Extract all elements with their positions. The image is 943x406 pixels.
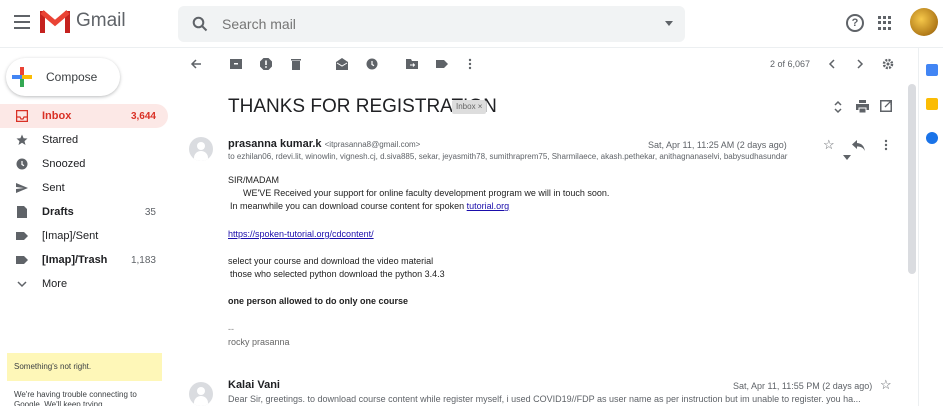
sender-email: <itprasanna8@gmail.com> bbox=[324, 140, 421, 149]
message-snippet[interactable]: Dear Sir, greetings. to download course … bbox=[228, 394, 908, 404]
reply-icon[interactable] bbox=[852, 140, 865, 151]
delete-icon[interactable] bbox=[290, 58, 302, 70]
sidebar-item-count: 35 bbox=[144, 206, 156, 218]
body-line: select your course and download the vide… bbox=[228, 256, 434, 266]
sidebar-item-label: [Imap]/Trash bbox=[42, 254, 108, 266]
sidebar: Compose Inbox 3,644 Starred Snoozed Sent… bbox=[0, 48, 170, 406]
compose-plus-icon bbox=[12, 67, 32, 87]
older-chevron-icon[interactable] bbox=[854, 58, 866, 70]
scrollbar-thumb[interactable] bbox=[908, 84, 916, 274]
more-vert-icon[interactable] bbox=[464, 58, 476, 70]
sidebar-item-label: Snoozed bbox=[42, 158, 86, 170]
chevron-down-icon bbox=[17, 281, 27, 288]
draft-file-icon bbox=[17, 206, 27, 218]
sidebar-item-snoozed[interactable]: Snoozed bbox=[0, 152, 168, 176]
body-line: WE'VE Received your support for online f… bbox=[243, 188, 610, 198]
label-tag-icon[interactable] bbox=[436, 58, 448, 70]
side-panel bbox=[918, 48, 943, 406]
label-icon bbox=[16, 256, 28, 264]
sender-avatar bbox=[189, 137, 213, 161]
sidebar-item-label: Drafts bbox=[42, 206, 74, 218]
clock-icon bbox=[16, 158, 28, 170]
body-line: those who selected python download the p… bbox=[230, 269, 445, 279]
body-line-text: In meanwhile you can download course con… bbox=[230, 201, 467, 211]
sidebar-item-sent[interactable]: Sent bbox=[0, 176, 168, 200]
keep-icon[interactable] bbox=[926, 98, 938, 110]
connection-warning-banner: Something's not right. bbox=[7, 353, 162, 381]
mark-unread-icon[interactable] bbox=[336, 58, 348, 70]
message-date: Sat, Apr 11, 11:55 PM (2 days ago) bbox=[733, 381, 873, 391]
recipients-text: to ezhilan06, rdevi.lit, winowlin, vigne… bbox=[228, 152, 788, 161]
main-menu-icon[interactable] bbox=[14, 15, 30, 29]
search-input[interactable] bbox=[222, 16, 642, 32]
compose-label: Compose bbox=[46, 70, 98, 84]
sidebar-item-label: Inbox bbox=[42, 110, 72, 122]
sender-avatar bbox=[189, 382, 213, 406]
tasks-icon[interactable] bbox=[926, 132, 938, 144]
signature: rocky prasanna bbox=[228, 337, 290, 347]
pagination-info: 2 of 6,067 bbox=[770, 59, 811, 69]
search-options-icon[interactable] bbox=[665, 21, 673, 26]
body-bold-line: one person allowed to do only one course bbox=[228, 296, 409, 306]
label-icon bbox=[16, 232, 28, 240]
sidebar-item-drafts[interactable]: Drafts 35 bbox=[0, 200, 168, 224]
compose-button[interactable]: Compose bbox=[6, 58, 120, 96]
recipients-line[interactable]: to ezhilan06, rdevi.lit, winowlin, vigne… bbox=[228, 152, 848, 161]
tutorial-link[interactable]: tutorial.org bbox=[467, 201, 510, 211]
search-bar[interactable] bbox=[178, 6, 685, 42]
sidebar-item-label: Sent bbox=[42, 182, 65, 194]
sidebar-item-starred[interactable]: Starred bbox=[0, 128, 168, 152]
settings-gear-icon[interactable] bbox=[882, 58, 894, 70]
signature-separator: -- bbox=[228, 324, 234, 334]
newer-chevron-icon[interactable] bbox=[826, 58, 838, 70]
recipients-dropdown-icon[interactable] bbox=[843, 155, 851, 160]
account-avatar[interactable] bbox=[910, 8, 938, 36]
send-icon bbox=[16, 183, 28, 193]
gmail-m-icon bbox=[40, 10, 70, 33]
help-icon[interactable]: ? bbox=[846, 14, 864, 32]
back-arrow-icon[interactable] bbox=[190, 58, 202, 70]
sidebar-item-label: More bbox=[42, 278, 68, 290]
top-header: Gmail ? bbox=[0, 0, 943, 48]
inbox-label-chip[interactable]: Inbox × bbox=[452, 100, 487, 114]
star-icon bbox=[16, 134, 28, 145]
cdcontent-link[interactable]: https://spoken-tutorial.org/cdcontent/ bbox=[228, 229, 374, 239]
inbox-icon bbox=[16, 110, 28, 122]
calendar-icon[interactable] bbox=[926, 64, 938, 76]
print-icon[interactable] bbox=[856, 100, 869, 113]
sender-name[interactable]: Kalai Vani bbox=[228, 379, 280, 391]
snooze-clock-icon[interactable] bbox=[366, 58, 378, 70]
message-date: Sat, Apr 11, 11:25 AM (2 days ago) bbox=[648, 140, 787, 150]
report-spam-icon[interactable] bbox=[260, 58, 272, 70]
star-icon[interactable]: ☆ bbox=[880, 377, 892, 393]
sidebar-item-more[interactable]: More bbox=[0, 272, 168, 296]
archive-icon[interactable] bbox=[230, 58, 242, 70]
apps-grid-icon[interactable] bbox=[878, 16, 892, 30]
move-to-folder-icon[interactable] bbox=[406, 58, 418, 70]
sidebar-item-count: 1,183 bbox=[130, 254, 156, 266]
folder-nav: Inbox 3,644 Starred Snoozed Sent Drafts … bbox=[0, 104, 168, 296]
message-more-icon[interactable] bbox=[884, 139, 888, 151]
star-icon[interactable]: ☆ bbox=[823, 137, 835, 153]
sidebar-item-imap-sent[interactable]: [Imap]/Sent bbox=[0, 224, 168, 248]
body-greeting: SIR/MADAM bbox=[228, 175, 280, 185]
sidebar-item-imap-trash[interactable]: [Imap]/Trash 1,183 bbox=[0, 248, 168, 272]
message-toolbar: 2 of 6,067 bbox=[178, 48, 908, 82]
gmail-logo[interactable]: Gmail bbox=[40, 9, 126, 33]
sender-name[interactable]: prasanna kumar.k <itprasanna8@gmail.com> bbox=[228, 138, 420, 150]
sidebar-item-count: 3,644 bbox=[130, 110, 156, 122]
connection-warning-text: We're having trouble connecting to Googl… bbox=[14, 390, 137, 406]
open-new-window-icon[interactable] bbox=[880, 100, 892, 112]
sidebar-item-label: Starred bbox=[42, 134, 79, 146]
expand-all-icon[interactable] bbox=[832, 100, 844, 114]
body-line: In meanwhile you can download course con… bbox=[230, 201, 509, 211]
search-icon[interactable] bbox=[192, 16, 208, 32]
sidebar-item-label: [Imap]/Sent bbox=[42, 230, 99, 242]
sender-name-text: prasanna kumar.k bbox=[228, 138, 322, 150]
sidebar-item-inbox[interactable]: Inbox 3,644 bbox=[0, 104, 168, 128]
app-name: Gmail bbox=[76, 10, 126, 31]
